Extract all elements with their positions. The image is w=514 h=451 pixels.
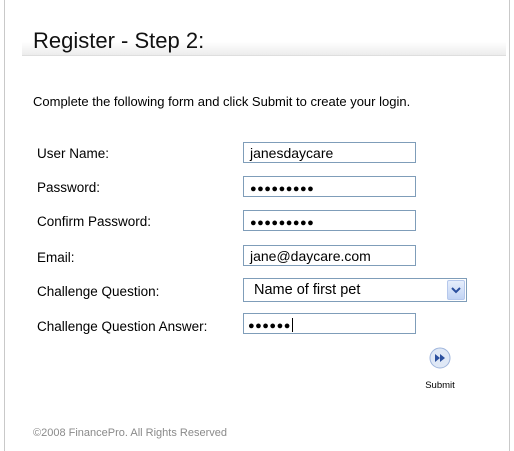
username-value: janesdaycare	[250, 145, 334, 161]
chevron-down-icon	[451, 287, 461, 294]
username-input[interactable]: janesdaycare	[243, 142, 416, 163]
text-caret	[291, 318, 293, 333]
challenge-question-value: Name of first pet	[254, 282, 361, 298]
submit-label[interactable]: Submit	[418, 380, 462, 391]
username-label: User Name:	[37, 146, 110, 161]
email-label: Email:	[37, 250, 75, 265]
password-value: ●●●●●●●●●	[250, 183, 315, 195]
password-label: Password:	[37, 180, 101, 195]
challenge-answer-input[interactable]: ●●●●●●	[243, 313, 416, 334]
form-instructions: Complete the following form and click Su…	[33, 94, 411, 109]
email-input[interactable]: jane@daycare.com	[243, 245, 416, 266]
confirm-password-input[interactable]: ●●●●●●●●●	[243, 210, 416, 231]
password-input[interactable]: ●●●●●●●●●	[243, 176, 416, 197]
fast-forward-icon[interactable]	[429, 347, 451, 369]
submit-button[interactable]: Submit	[418, 347, 462, 395]
challenge-question-label: Challenge Question:	[37, 284, 160, 299]
confirm-password-label: Confirm Password:	[37, 214, 152, 229]
challenge-answer-value: ●●●●●●	[248, 320, 291, 332]
confirm-password-value: ●●●●●●●●●	[250, 217, 315, 229]
dropdown-button[interactable]	[447, 280, 465, 300]
email-value: jane@daycare.com	[250, 248, 371, 264]
footer-copyright: ©2008 FinancePro. All Rights Reserved	[33, 427, 227, 439]
page-title: Register - Step 2:	[33, 28, 205, 53]
challenge-question-select[interactable]: Name of first pet	[243, 278, 467, 302]
challenge-answer-label: Challenge Question Answer:	[37, 319, 208, 334]
